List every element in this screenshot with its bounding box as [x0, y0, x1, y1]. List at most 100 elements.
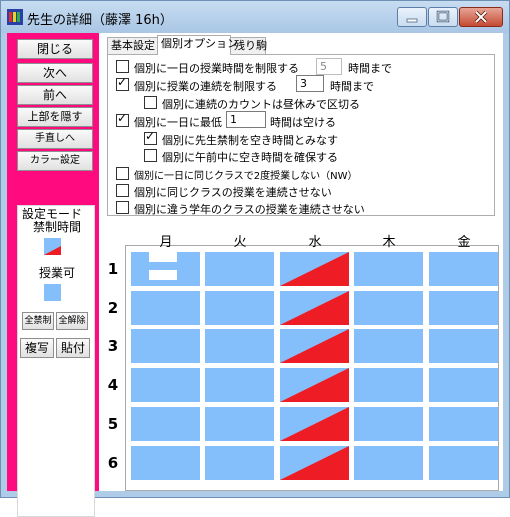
min-free-input[interactable]: 1: [226, 111, 266, 128]
no-consecutive-same-class-checkbox[interactable]: [116, 184, 129, 197]
split-at-lunch-label: 個別に連続のカウントは昼休みで区切る: [162, 98, 360, 111]
all-release-button[interactable]: 全解除: [56, 312, 88, 330]
day-header-tue[interactable]: 火: [203, 231, 277, 250]
tab-basic-settings[interactable]: 基本設定: [107, 37, 159, 54]
close-window-button[interactable]: [459, 7, 503, 27]
min-free-checkbox[interactable]: ✓: [116, 111, 129, 127]
limit-consecutive-checkbox[interactable]: ✓: [116, 75, 129, 91]
next-button[interactable]: 次へ: [17, 63, 93, 83]
day-header-mon[interactable]: 月: [129, 231, 203, 250]
all-forbid-button[interactable]: 全禁制: [22, 312, 54, 330]
timetable-cell-fri-6[interactable]: [429, 446, 498, 480]
app-icon: [7, 9, 23, 25]
forbidden-marker: [280, 368, 349, 402]
forbidden-marker: [280, 446, 349, 480]
no-consecutive-diff-grade-checkbox[interactable]: [116, 201, 129, 214]
daily-hours-suffix: 時間まで: [348, 62, 392, 75]
limit-consecutive-label: 個別に授業の連続を制限する: [134, 80, 277, 93]
forbidden-time-label: 禁制時間: [32, 220, 81, 234]
timetable-cell-wed-6[interactable]: [280, 446, 349, 480]
daily-hours-limit-input[interactable]: 5: [316, 58, 342, 75]
left-control-panel: 閉じる 次へ 前へ 上部を隠す 手直しへ カラー設定 設定モード 禁制時間 授業…: [7, 33, 99, 517]
setting-mode-box: 設定モード 禁制時間 授業可 全禁制 全解除 複写 貼付: [17, 205, 95, 517]
period-header-5[interactable]: 5: [104, 415, 122, 433]
prev-button[interactable]: 前へ: [17, 85, 93, 105]
minimize-icon: [406, 18, 418, 23]
forbidden-swatch-triangle: [44, 246, 61, 255]
day-header-fri[interactable]: 金: [427, 231, 501, 250]
timetable-cell-thu-6[interactable]: [354, 446, 423, 480]
timetable-cell-tue-4[interactable]: [205, 368, 274, 402]
timetable-cell-mon-3[interactable]: [131, 329, 200, 363]
timetable-cell-thu-5[interactable]: [354, 407, 423, 441]
fix-button[interactable]: 手直しへ: [17, 129, 93, 149]
teacher-detail-window: 先生の詳細（藤澤 16h） 閉じる 次へ 前へ 上部を隠す 手直しへ カラー設定…: [0, 0, 510, 517]
period-header-6[interactable]: 6: [104, 454, 122, 472]
day-header-thu[interactable]: 木: [352, 231, 426, 250]
timetable-cell-fri-3[interactable]: [429, 329, 498, 363]
timetable-cell-fri-2[interactable]: [429, 291, 498, 325]
morning-free-label: 個別に午前中に空き時間を確保する: [162, 151, 338, 164]
timetable-cell-mon-2[interactable]: [131, 291, 200, 325]
timetable-cell-tue-6[interactable]: [205, 446, 274, 480]
split-at-lunch-checkbox[interactable]: [144, 96, 157, 109]
timetable-cell-wed-4[interactable]: [280, 368, 349, 402]
lesson-marker-top: [149, 252, 177, 262]
paste-button[interactable]: 貼付: [56, 338, 90, 358]
forbidden-marker: [280, 252, 349, 286]
timetable-cell-thu-1[interactable]: [354, 252, 423, 286]
no-consecutive-diff-grade-label: 個別に違う学年のクラスの授業を連続させない: [134, 203, 365, 216]
timetable-cell-thu-2[interactable]: [354, 291, 423, 325]
forbidden-marker: [280, 291, 349, 325]
forbidden-as-free-label: 個別に先生禁制を空き時間とみなす: [162, 134, 338, 147]
timetable-cell-tue-3[interactable]: [205, 329, 274, 363]
minimize-button[interactable]: [397, 7, 427, 27]
no-same-class-twice-checkbox[interactable]: [116, 167, 129, 180]
close-icon: [474, 10, 488, 24]
timetable-cell-wed-5[interactable]: [280, 407, 349, 441]
copy-button[interactable]: 複写: [20, 338, 54, 358]
timetable-cell-thu-4[interactable]: [354, 368, 423, 402]
min-free-suffix: 時間は空ける: [270, 116, 336, 129]
timetable-cell-fri-5[interactable]: [429, 407, 498, 441]
lesson-marker-bottom: [149, 270, 177, 280]
forbidden-swatch[interactable]: [44, 238, 61, 255]
min-free-label: 個別に一日に最低: [134, 116, 222, 129]
forbidden-as-free-checkbox[interactable]: ✓: [144, 129, 157, 145]
timetable-cell-mon-4[interactable]: [131, 368, 200, 402]
maximize-icon: [436, 10, 450, 23]
consecutive-limit-input[interactable]: 3: [296, 75, 324, 92]
morning-free-checkbox[interactable]: [144, 149, 157, 162]
timetable-cell-wed-3[interactable]: [280, 329, 349, 363]
timetable-cell-mon-6[interactable]: [131, 446, 200, 480]
period-header-2[interactable]: 2: [104, 299, 122, 317]
timetable-cell-tue-5[interactable]: [205, 407, 274, 441]
timetable-cell-wed-2[interactable]: [280, 291, 349, 325]
limit-daily-hours-checkbox[interactable]: [116, 60, 129, 73]
timetable-cell-tue-2[interactable]: [205, 291, 274, 325]
title-bar[interactable]: 先生の詳細（藤澤 16h）: [1, 1, 509, 33]
timetable-cell-mon-5[interactable]: [131, 407, 200, 441]
day-header-wed[interactable]: 水: [278, 231, 352, 250]
color-settings-button[interactable]: カラー設定: [17, 151, 93, 171]
period-header-3[interactable]: 3: [104, 337, 122, 355]
timetable-cell-fri-4[interactable]: [429, 368, 498, 402]
period-header-4[interactable]: 4: [104, 376, 122, 394]
timetable-cell-mon-1[interactable]: [131, 252, 200, 286]
available-swatch[interactable]: [44, 284, 61, 301]
tab-individual-options[interactable]: 個別オプション: [157, 35, 238, 55]
close-button[interactable]: 閉じる: [17, 39, 93, 59]
hide-top-button[interactable]: 上部を隠す: [17, 107, 93, 127]
checkmark-icon: ✓: [117, 75, 128, 89]
forbidden-marker: [280, 329, 349, 363]
checkmark-icon: ✓: [145, 129, 156, 143]
timetable-cell-thu-3[interactable]: [354, 329, 423, 363]
available-label: 授業可: [38, 266, 75, 280]
timetable-cell-tue-1[interactable]: [205, 252, 274, 286]
period-header-1[interactable]: 1: [104, 260, 122, 278]
timetable-cell-fri-1[interactable]: [429, 252, 498, 286]
timetable-cell-wed-1[interactable]: [280, 252, 349, 286]
checkmark-icon: ✓: [117, 111, 128, 125]
limit-daily-hours-label: 個別に一日の授業時間を制限する: [134, 62, 299, 75]
maximize-button[interactable]: [428, 7, 458, 27]
